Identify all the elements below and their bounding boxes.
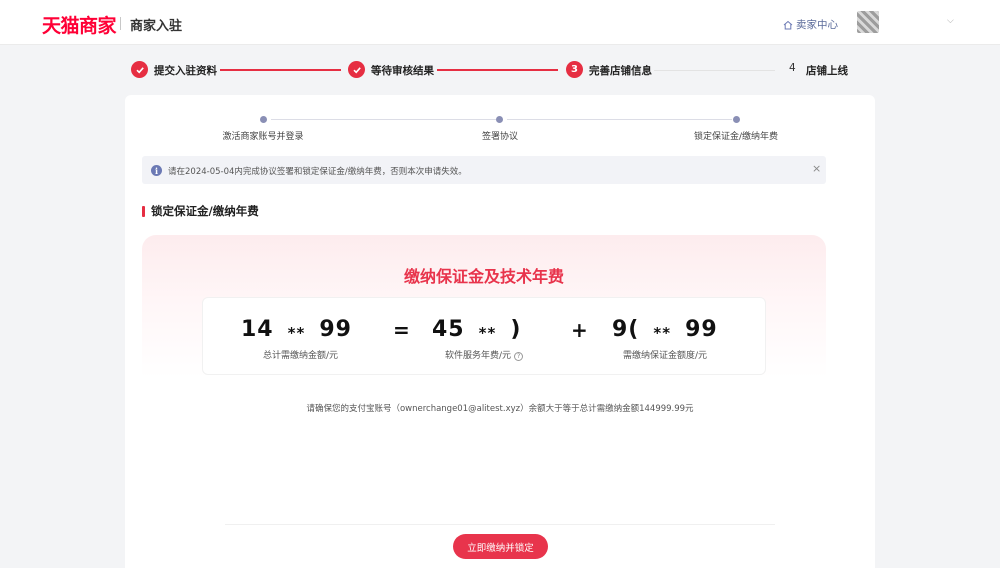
fee-panel: 缴纳保证金及技术年费 14 ** 99 总计需缴纳金额/元 = 45 **) 软件服务… — [142, 235, 826, 495]
sub-step-connector-2 — [507, 119, 732, 120]
total-amount: 14 ** 99 — [241, 317, 352, 342]
header-subtitle: 商家入驻 — [130, 19, 183, 34]
sub-step-3-label: 锁定保证金/缴纳年费 — [693, 132, 779, 142]
sub-step-2-label: 签署协议 — [481, 132, 518, 142]
step-2-label: 等待审核结果 — [371, 65, 434, 77]
sub-step-1-label: 激活商家账号并登录 — [222, 132, 304, 142]
progress-steps: 提交入驻资料 等待审核结果 3 完善店铺信息 4 店铺上线 — [0, 58, 1000, 84]
step-1-check-icon — [131, 61, 148, 78]
deposit-amount-label: 需缴纳保证金额度/元 — [623, 351, 708, 361]
step-2-check-icon — [348, 61, 365, 78]
step-4-number: 4 — [789, 62, 796, 74]
equals-sign: = — [393, 318, 410, 342]
step-connector-1 — [220, 69, 341, 71]
header-divider — [120, 17, 121, 30]
step-1-label: 提交入驻资料 — [154, 65, 217, 77]
step-3-label: 完善店铺信息 — [589, 65, 652, 77]
info-icon: i — [151, 165, 162, 176]
top-header: 天猫商家 商家入驻 卖家中心 ⌵ — [0, 0, 1000, 45]
sub-step-connector-1 — [271, 119, 496, 120]
seller-center-label: 卖家中心 — [796, 19, 838, 31]
step-connector-2 — [437, 69, 558, 71]
alert-text: 请在2024-05-04内完成协议签署和锁定保证金/缴纳年费，否则本次申请失效。 — [168, 167, 467, 177]
total-amount-label: 总计需缴纳金额/元 — [263, 351, 339, 361]
plus-sign: + — [571, 318, 588, 342]
step-3-number: 3 — [566, 61, 583, 78]
deposit-amount: 9(** 99 — [612, 317, 718, 342]
fee-formula: 14 ** 99 总计需缴纳金额/元 = 45 **) 软件服务年费/元? + 9(*… — [202, 297, 766, 375]
seller-center-link[interactable]: 卖家中心 — [783, 17, 838, 32]
chevron-down-icon[interactable]: ⌵ — [947, 16, 954, 26]
software-fee-label: 软件服务年费/元? — [445, 348, 524, 361]
home-icon — [783, 20, 793, 29]
help-icon[interactable]: ? — [514, 352, 524, 361]
sub-step-1-dot — [260, 116, 267, 123]
bottom-divider — [225, 524, 775, 525]
section-title: 锁定保证金/缴纳年费 — [151, 204, 259, 218]
avatar[interactable] — [857, 11, 879, 33]
main-card: 激活商家账号并登录 签署协议 锁定保证金/缴纳年费 i 请在2024-05-04… — [125, 95, 875, 568]
sub-step-2-dot — [496, 116, 503, 123]
section-accent-bar — [142, 206, 145, 217]
software-fee-amount: 45 **) — [432, 317, 522, 342]
pay-and-lock-button[interactable]: 立即缴纳并锁定 — [453, 534, 548, 559]
close-icon[interactable]: × — [812, 162, 821, 175]
tmall-merchant-logo[interactable]: 天猫商家 — [42, 11, 117, 38]
sub-step-3-dot — [733, 116, 740, 123]
deadline-alert: i 请在2024-05-04内完成协议签署和锁定保证金/缴纳年费，否则本次申请失… — [142, 156, 826, 184]
step-connector-3 — [654, 70, 775, 71]
step-4-label: 店铺上线 — [806, 65, 848, 77]
fee-title: 缴纳保证金及技术年费 — [403, 267, 564, 286]
alipay-balance-note: 请确保您的支付宝账号（ownerchange01@alitest.xyz）余额大… — [306, 404, 694, 414]
